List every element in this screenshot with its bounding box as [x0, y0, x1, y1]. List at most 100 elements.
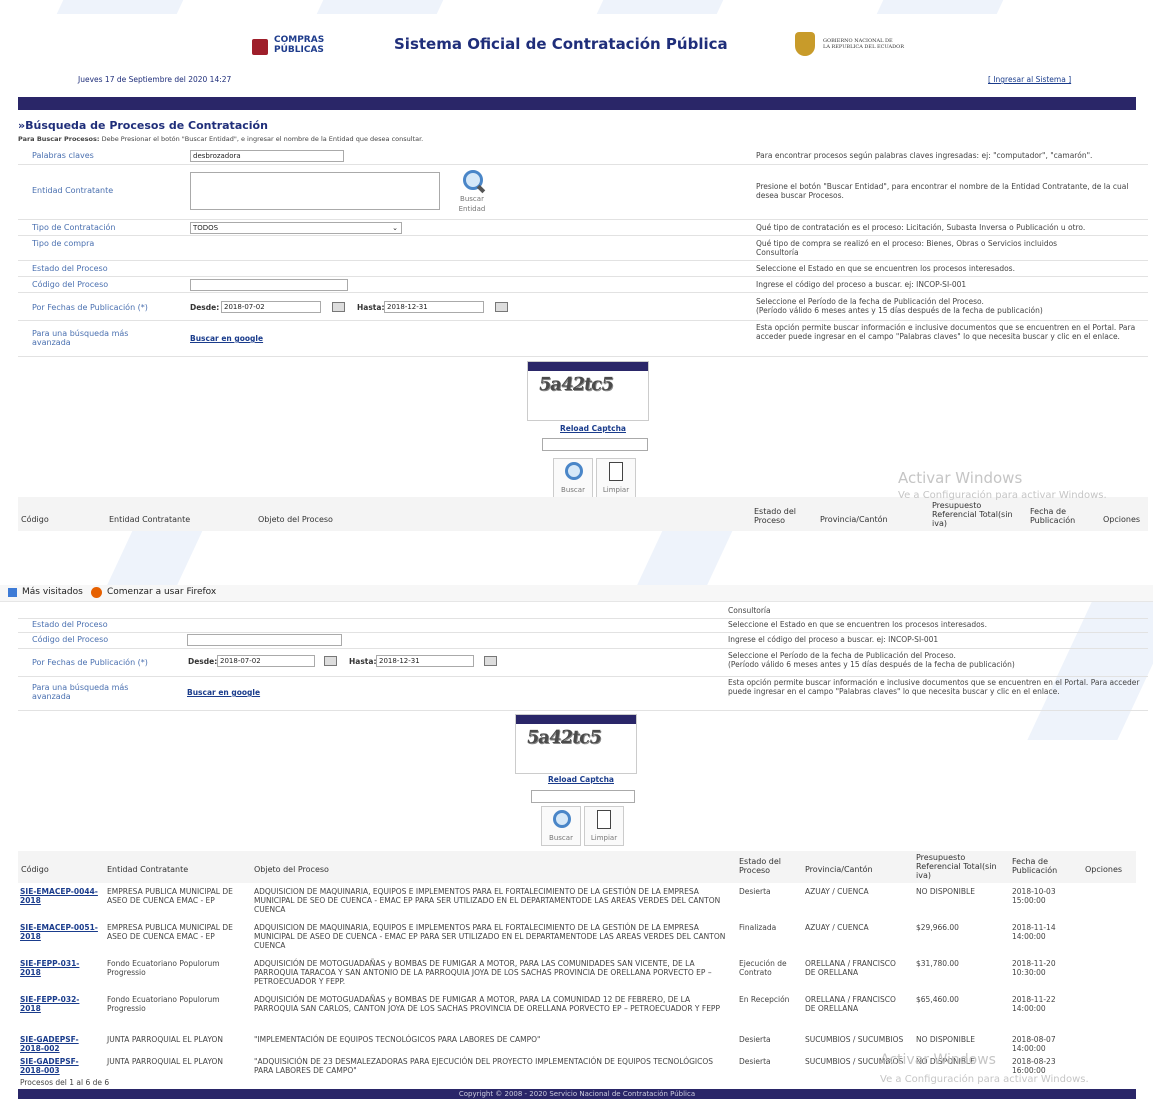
state-row: Estado del Proceso Seleccione el Estado …: [18, 260, 1148, 277]
page-title: Sistema Oficial de Contratación Pública: [394, 35, 728, 53]
government-text-2: LA REPUBLICA DEL ECUADOR: [823, 44, 905, 50]
date-cell: 2018-11-20 10:30:00: [1012, 959, 1056, 977]
contract-type-label: Tipo de Contratación: [32, 223, 116, 232]
captcha-header: [528, 362, 648, 371]
dates-help-2: (Período válido 6 meses antes y 15 días …: [756, 306, 1043, 315]
table-row: SIE-FEPP-031-2018 Fondo Ecuatoriano Popu…: [18, 957, 1136, 989]
purchase-type-help-tail: Consultoría: [728, 606, 771, 615]
magnifier-handle: [476, 184, 486, 194]
from-label: Desde:: [188, 657, 218, 666]
process-code-link[interactable]: SIE-GADEPSF-2018-002: [20, 1035, 100, 1053]
advanced-label: Para una búsqueda más avanzada: [32, 683, 129, 701]
process-code-link[interactable]: SIE-EMACEP-0051-2018: [20, 923, 100, 941]
results-summary: Procesos del 1 al 6 de 6: [20, 1078, 110, 1087]
purchase-type-label: Tipo de compra: [32, 239, 95, 248]
process-code-link[interactable]: SIE-FEPP-032-2018: [20, 995, 100, 1013]
date-cell: 2018-11-14 14:00:00: [1012, 923, 1056, 941]
col-state: Estado del Proceso: [754, 507, 796, 525]
code-row: Código del Proceso Ingrese el código del…: [18, 632, 1148, 649]
state-cell: Desierta: [739, 887, 771, 896]
budget-cell: $65,460.00: [916, 995, 959, 1004]
code-help: Ingrese el código del proceso a buscar. …: [728, 635, 939, 644]
object-cell: ADQUISICIÓN DE MOTOGUADAÑAS y BOMBAS DE …: [254, 995, 720, 1013]
compras-publicas-logo: COMPRAS PÚBLICAS: [248, 35, 338, 59]
logo-text: COMPRAS: [274, 35, 325, 45]
captcha-input[interactable]: [542, 438, 648, 451]
instructions-text: Debe Presionar el botón "Buscar Entidad"…: [101, 135, 424, 143]
captcha-header: [516, 715, 636, 724]
results-header-top: Código Entidad Contratante Objeto del Pr…: [18, 497, 1148, 531]
code-input[interactable]: [190, 279, 348, 291]
bookmark-firefox[interactable]: Comenzar a usar Firefox: [107, 587, 216, 597]
col-options: Opciones: [1085, 865, 1123, 874]
reload-captcha-link[interactable]: Reload Captcha: [548, 775, 614, 784]
to-date-input[interactable]: 2018-12-31: [376, 655, 474, 667]
entity-help: Presione el botón "Buscar Entidad", para…: [756, 182, 1129, 200]
object-cell: ADQUISICIÓN DE MOTOGUADAÑAS y BOMBAS DE …: [254, 959, 712, 986]
dates-row: Por Fechas de Publicación (*) Desde: 201…: [18, 292, 1148, 321]
object-cell: ADQUISICION DE MAQUINARIA, EQUIPOS E IMP…: [254, 923, 726, 950]
to-date-input[interactable]: 2018-12-31: [384, 301, 484, 313]
process-code-link[interactable]: SIE-EMACEP-0044-2018: [20, 887, 100, 905]
browser-bookmarks-bar: Más visitados Comenzar a usar Firefox: [0, 585, 1153, 602]
search-entity-label-2: Entidad: [458, 205, 486, 213]
captcha-input[interactable]: [531, 790, 635, 803]
state-cell: Finalizada: [739, 923, 777, 932]
dates-row: Por Fechas de Publicación (*) Desde: 201…: [18, 648, 1148, 677]
contract-type-select[interactable]: TODOS ⌄: [190, 222, 402, 234]
code-label: Código del Proceso: [32, 280, 109, 289]
object-cell: "IMPLEMENTACIÓN DE EQUIPOS TECNOLÓGICOS …: [254, 1035, 541, 1044]
process-code-link[interactable]: SIE-GADEPSF-2018-003: [20, 1057, 100, 1075]
google-search-link[interactable]: Buscar en google: [187, 688, 260, 697]
entity-textarea[interactable]: [190, 172, 440, 210]
date-cell: 2018-10-03 15:00:00: [1012, 887, 1056, 905]
google-search-link[interactable]: Buscar en google: [190, 334, 263, 343]
ecuador-shield-icon: [795, 32, 815, 56]
col-state: Estado del Proceso: [739, 857, 781, 875]
results-header: Código Entidad Contratante Objeto del Pr…: [18, 851, 1136, 883]
advanced-row: Para una búsqueda más avanzada Buscar en…: [18, 676, 1148, 711]
clear-button[interactable]: Limpiar: [596, 458, 636, 498]
keywords-row: Palabras claves desbrozadora Para encont…: [18, 146, 1148, 165]
calendar-icon-2[interactable]: [484, 656, 497, 666]
captcha-image: 5a42tc5: [537, 374, 615, 395]
current-date: Jueves 17 de Septiembre del 2020 14:27: [78, 75, 232, 84]
table-row: SIE-FEPP-032-2018 Fondo Ecuatoriano Popu…: [18, 993, 1136, 1025]
col-code: Código: [21, 865, 49, 874]
calendar-icon[interactable]: [324, 656, 337, 666]
login-link[interactable]: [ Ingresar al Sistema ]: [988, 75, 1071, 84]
instructions-bold: Para Buscar Procesos:: [18, 135, 100, 143]
search-button[interactable]: Buscar: [553, 458, 593, 498]
purchase-type-row: Tipo de compra Qué tipo de compra se rea…: [18, 235, 1148, 261]
col-object: Objeto del Proceso: [258, 515, 333, 524]
col-code: Código: [21, 515, 49, 524]
bookmark-most-visited[interactable]: Más visitados: [22, 587, 83, 597]
activate-windows-subtext: Ve a Configuración para activar Windows.: [898, 490, 1107, 501]
col-province: Provincia/Cantón: [805, 865, 873, 874]
from-date-input[interactable]: 2018-07-02: [217, 655, 315, 667]
footer-copyright: Copyright © 2008 - 2020 Servicio Naciona…: [458, 1090, 696, 1098]
calendar-icon-2[interactable]: [495, 302, 508, 312]
activate-windows-text: Activar Windows: [898, 469, 1023, 487]
advanced-label: Para una búsqueda más avanzada: [32, 329, 129, 347]
clear-button[interactable]: Limpiar: [584, 806, 624, 846]
state-cell: En Recepción: [739, 995, 790, 1004]
province-cell: SUCUMBIOS / SUCUMBIOS: [805, 1035, 904, 1044]
contract-type-value: TODOS: [193, 224, 219, 232]
col-options: Opciones: [1103, 515, 1141, 524]
advanced-row: Para una búsqueda más avanzada Buscar en…: [18, 320, 1148, 357]
search-button[interactable]: Buscar: [541, 806, 581, 846]
from-date-input[interactable]: 2018-07-02: [221, 301, 321, 313]
dates-label: Por Fechas de Publicación (*): [32, 658, 148, 667]
from-label: Desde:: [190, 303, 220, 312]
magnifier-icon: [565, 462, 583, 480]
calendar-icon[interactable]: [332, 302, 345, 312]
process-code-link[interactable]: SIE-FEPP-031-2018: [20, 959, 100, 977]
code-help: Ingrese el código del proceso a buscar. …: [756, 280, 967, 289]
search-entity-button[interactable]: Buscar Entidad: [450, 170, 494, 214]
code-input[interactable]: [187, 634, 342, 646]
reload-captcha-link[interactable]: Reload Captcha: [560, 424, 626, 433]
object-cell: ADQUISICION DE MAQUINARIA, EQUIPOS E IMP…: [254, 887, 721, 914]
purchase-type-help: Qué tipo de compra se realizó en el proc…: [756, 239, 1058, 257]
keywords-input[interactable]: desbrozadora: [190, 150, 344, 162]
